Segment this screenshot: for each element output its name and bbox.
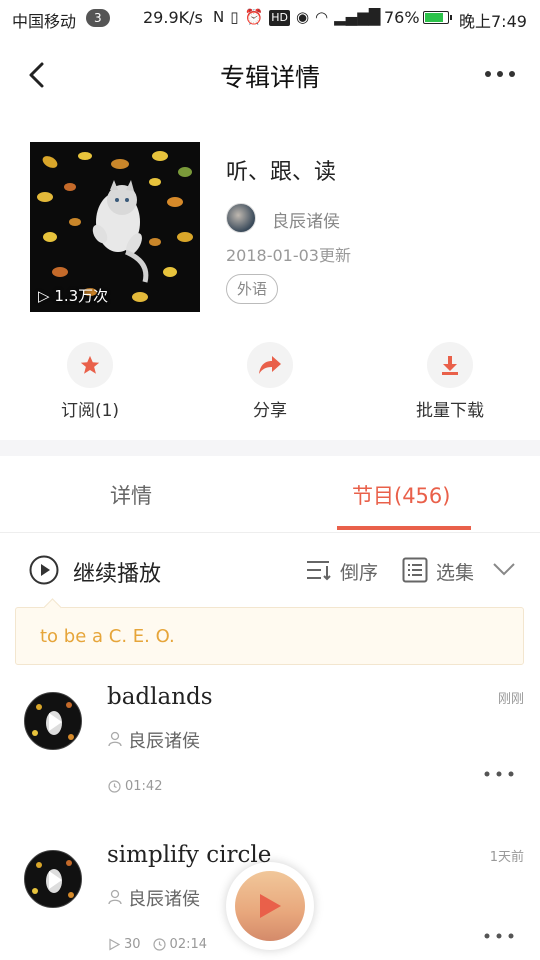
episode-time-ago: 1天前 [489, 850, 524, 865]
tab-episodes[interactable]: 节目(456) [352, 480, 450, 510]
wifi-icon: ◠ [315, 8, 329, 26]
sim-badge: 3 [86, 9, 110, 27]
play-count: ▷ 1.3万次 [38, 287, 109, 305]
signal-4g-icon: ▂▄▆█ [334, 8, 381, 26]
section-divider [0, 440, 540, 456]
share-icon-wrap [247, 342, 293, 388]
avatar[interactable] [226, 203, 256, 233]
vibrate-icon: ▯ [230, 8, 239, 26]
sort-button[interactable]: 倒序 [340, 558, 378, 585]
episode-author: 良辰诸侯 [128, 889, 200, 910]
album-author[interactable]: 良辰诸侯 [272, 207, 340, 232]
episode-thumbnail[interactable] [24, 692, 82, 750]
battery-icon [423, 11, 452, 24]
last-played-tooltip[interactable]: to be a C. E. O. [15, 598, 524, 665]
episode-artwork [32, 860, 74, 898]
tab-details[interactable]: 详情 [110, 480, 152, 510]
album-title: 听、跟、读 [226, 160, 337, 185]
play-count-icon [109, 938, 120, 951]
update-date: 2018-01-03更新 [226, 246, 351, 265]
play-circle-icon[interactable] [29, 555, 59, 585]
action-row: 订阅(1) 分享 批量下载 [0, 342, 540, 426]
hd-icon: HD [269, 10, 290, 26]
share-label: 分享 [253, 401, 287, 421]
episode-title: badlands [107, 684, 213, 710]
chevron-down-icon[interactable] [492, 560, 516, 578]
clock-icon [108, 780, 121, 793]
share-button[interactable]: 分享 [210, 342, 330, 421]
alarm-icon: ⏰ [244, 8, 264, 26]
more-dots-icon [485, 71, 515, 77]
carrier-name: 中国移动 [12, 12, 77, 31]
episode-meta: 30 02:14 [108, 937, 207, 952]
subscribe-icon-wrap [67, 342, 113, 388]
share-arrow-icon [259, 356, 281, 374]
status-icons: N ▯ ⏰ HD ◉ ◠ ▂▄▆█ [213, 8, 380, 26]
album-cover[interactable]: ▷ 1.3万次 [30, 142, 200, 312]
more-button[interactable] [482, 62, 518, 86]
episode-duration: 02:14 [169, 937, 208, 952]
star-icon [80, 355, 100, 374]
battery-percent: 76% [384, 8, 420, 27]
nfc-icon: N [213, 8, 225, 26]
episode-artwork [32, 702, 74, 740]
tab-bar: 详情 节目(456) [0, 458, 540, 533]
episode-meta: 01:42 [108, 779, 162, 794]
active-tab-indicator [337, 526, 471, 530]
page-title: 专辑详情 [219, 63, 320, 92]
subscribe-button[interactable]: 订阅(1) [30, 342, 150, 421]
eye-icon: ◉ [295, 8, 310, 26]
subscribe-label: 订阅(1) [60, 401, 120, 421]
network-speed: 29.9K/s [143, 8, 203, 27]
episode-author: 良辰诸侯 [128, 731, 200, 752]
download-icon [442, 356, 458, 375]
nav-bar: 专辑详情 [0, 40, 540, 110]
playlist-controls: 继续播放 倒序 选集 [0, 540, 540, 600]
episode-time-ago: 刚刚 [497, 692, 524, 707]
episode-list-icon[interactable] [402, 557, 428, 583]
episode-title: simplify circle [107, 842, 272, 868]
batch-download-label: 批量下载 [416, 401, 484, 421]
player-disc [235, 871, 305, 941]
sort-icon[interactable] [305, 558, 333, 582]
play-icon [260, 894, 281, 918]
floating-player-button[interactable] [226, 862, 314, 950]
episode-duration: 01:42 [125, 779, 163, 794]
status-bar: 中国移动 3 29.9K/s N ▯ ⏰ HD ◉ ◠ ▂▄▆█ 76% 晚上7… [0, 0, 540, 36]
tooltip-notch [43, 598, 62, 617]
more-dots-icon[interactable] [482, 931, 516, 941]
select-episodes-button[interactable]: 选集 [436, 558, 474, 585]
continue-play-button[interactable]: 继续播放 [73, 556, 161, 588]
episode-plays: 30 [124, 937, 141, 952]
tooltip-text: to be a C. E. O. [40, 626, 175, 647]
user-icon [108, 731, 122, 747]
user-icon [108, 889, 122, 905]
clock: 晚上7:49 [459, 12, 527, 31]
clock-icon [152, 938, 166, 951]
batch-download-button[interactable]: 批量下载 [390, 342, 510, 421]
download-icon-wrap [427, 342, 473, 388]
episode-thumbnail[interactable] [24, 850, 82, 908]
more-dots-icon[interactable] [482, 769, 516, 779]
list-item[interactable]: badlands 良辰诸侯 01:42 刚刚 [0, 680, 540, 830]
category-tag[interactable]: 外语 [226, 274, 279, 304]
